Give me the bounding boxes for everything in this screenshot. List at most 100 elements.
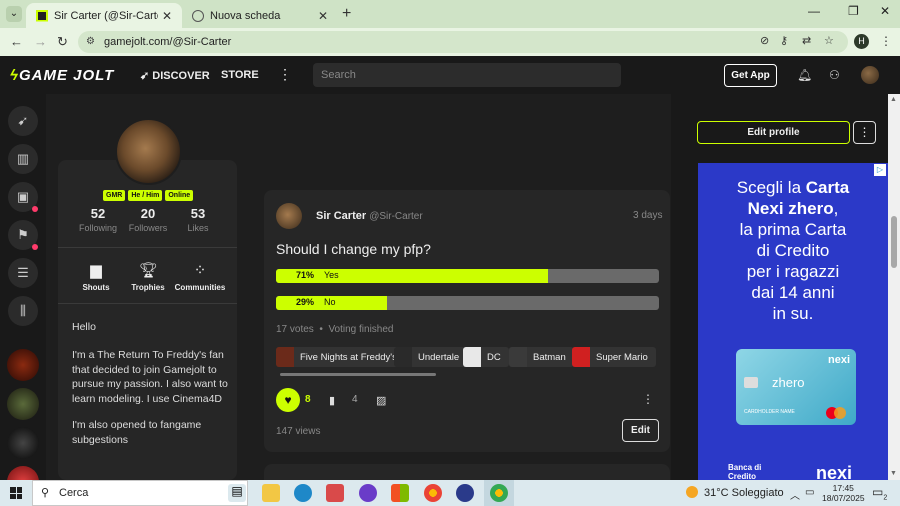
reload-icon[interactable]: ↻ [57, 34, 68, 50]
game-thumbnail [572, 347, 590, 367]
game-thumbnail [276, 347, 294, 367]
notification-center-icon[interactable]: ▭2 [872, 485, 887, 501]
game-thumbnail [394, 347, 412, 367]
comment-icon[interactable]: ▮ [329, 394, 335, 407]
chat-rail-icon[interactable]: ☰ [8, 258, 38, 288]
scrollbar-thumb[interactable] [891, 216, 897, 268]
gmr-badge: GMR [103, 190, 126, 201]
scroll-down-icon[interactable]: ▼ [890, 470, 897, 477]
store-rail-icon[interactable]: ▥ [8, 144, 38, 174]
game-thumbnail [509, 347, 527, 367]
tab-sir-carter[interactable]: Sir Carter (@Sir-Carter) - Game ✕ [26, 3, 182, 28]
store-icon[interactable] [391, 484, 409, 502]
ad-headline: Scegli la Carta Nexi zhero, la prima Car… [736, 178, 850, 323]
heart-icon: ♥ [284, 393, 292, 407]
forward-arrow-icon[interactable]: → [34, 34, 47, 49]
tray-chevron-icon[interactable]: ︿ [790, 487, 800, 502]
network-icon[interactable]: ▭ [805, 487, 814, 498]
tag-fnaf[interactable]: Five Nights at Freddy's [276, 347, 405, 367]
edit-post-button[interactable]: Edit [622, 419, 659, 442]
gamejolt-logo[interactable]: ϟGAME JOLT [10, 67, 114, 84]
browser-profile-avatar[interactable]: H [854, 34, 869, 49]
friends-icon[interactable]: ⚇ [829, 68, 840, 82]
like-button[interactable]: ♥ [276, 388, 300, 412]
tags-scrollbar[interactable] [280, 373, 436, 376]
minimize-button[interactable]: — [808, 4, 820, 18]
sticker-icon[interactable]: ▨ [376, 394, 386, 407]
chrome-icon[interactable] [424, 484, 442, 502]
nav-discover[interactable]: ➹ DISCOVER [140, 69, 210, 82]
community-avatar[interactable] [7, 349, 39, 381]
no-tracking-icon[interactable]: ⊘ [760, 34, 769, 47]
left-rail: ➹ ▥ ▣ ⚑ ☰ ⫼ [0, 94, 46, 498]
trophy-icon: 🏆︎ [139, 262, 159, 279]
get-app-button[interactable]: Get App [724, 64, 777, 87]
browser-menu-icon[interactable]: ⋮ [880, 34, 892, 48]
tag-undertale[interactable]: Undertale [394, 347, 468, 367]
poll-percent: 71% [296, 270, 315, 280]
online-badge: Online [165, 190, 194, 201]
sun-icon [686, 486, 698, 498]
bookmark-star-icon[interactable]: ☆ [824, 34, 834, 47]
post-author[interactable]: Sir Carter @Sir-Carter [316, 210, 423, 222]
post-options-icon[interactable]: ⋮ [642, 392, 654, 406]
app-icon[interactable] [326, 484, 344, 502]
scroll-up-icon[interactable]: ▲ [890, 96, 897, 103]
communities-icon: ⁘ [193, 262, 207, 279]
library-rail-icon[interactable]: ⫼ [8, 296, 38, 326]
discover-rail-icon[interactable]: ➹ [8, 106, 38, 136]
tab-close-icon[interactable]: ✕ [314, 9, 332, 23]
app-icon[interactable] [456, 484, 474, 502]
communities-button[interactable]: ⁘ Communities [170, 262, 230, 292]
chrome-active-icon[interactable] [490, 484, 508, 502]
password-key-icon[interactable]: ⚷ [780, 34, 788, 47]
community-avatar[interactable] [7, 427, 39, 459]
task-view-icon[interactable]: ▤ [228, 484, 246, 502]
comment-count: 4 [352, 394, 358, 405]
vote-count: 17 votes [276, 324, 314, 335]
advertisement[interactable]: Scegli la Carta Nexi zhero, la prima Car… [698, 163, 888, 480]
tab-search-button[interactable]: ⌄ [6, 6, 22, 22]
more-menu-icon[interactable]: ⋮ [278, 66, 292, 83]
likes-stat[interactable]: 53 Likes [168, 206, 228, 233]
bio-paragraph: I'm a The Return To Freddy's fan that de… [72, 349, 228, 405]
new-tab-button[interactable]: + [342, 5, 351, 23]
shouts-button[interactable]: ▆ Shouts [66, 262, 126, 292]
tag-dc[interactable]: DC [463, 347, 509, 367]
app-icon[interactable] [359, 484, 377, 502]
site-info-icon[interactable]: ⚙ [86, 31, 95, 53]
bell-icon[interactable]: 🔔︎ [797, 68, 812, 82]
tag-batman[interactable]: Batman [509, 347, 574, 367]
ad-credit-card: nexi zhero CARDHOLDER NAME [736, 349, 856, 425]
site-search-input[interactable]: Search [313, 63, 621, 87]
poll-fill [276, 269, 548, 283]
maximize-button[interactable]: ❐ [848, 4, 859, 18]
tab-close-icon[interactable]: ✕ [158, 9, 176, 23]
profile-avatar[interactable] [115, 118, 182, 185]
edit-profile-button[interactable]: Edit profile [697, 121, 850, 144]
user-avatar[interactable] [861, 66, 879, 84]
tab-new-tab[interactable]: Nuova scheda ✕ [182, 3, 338, 28]
close-window-button[interactable]: ✕ [880, 4, 890, 18]
edge-icon[interactable] [294, 484, 312, 502]
nav-store[interactable]: STORE [221, 69, 259, 81]
windows-start-icon[interactable] [10, 487, 22, 499]
url-input[interactable]: ⚙ gamejolt.com/@Sir-Carter [78, 31, 848, 53]
translate-icon[interactable]: ⇄ [802, 34, 811, 47]
post-author-avatar[interactable] [276, 203, 302, 229]
poll-label: No [324, 297, 336, 307]
file-explorer-icon[interactable] [262, 484, 280, 502]
page-scrollbar[interactable]: ▲ ▼ [888, 94, 900, 480]
tag-super-mario[interactable]: Super Mario [572, 347, 656, 367]
trophies-button[interactable]: 🏆︎ Trophies [118, 262, 178, 292]
globe-favicon-icon [192, 9, 204, 22]
ad-info-icon[interactable]: ▷ [874, 164, 886, 176]
profile-options-icon[interactable]: ⋮ [853, 121, 876, 144]
bio-paragraph: I'm also opened to fangame subgestions [72, 419, 202, 446]
community-avatar[interactable] [7, 388, 39, 420]
clock[interactable]: 17:45 18/07/2025 [822, 483, 865, 503]
divider [58, 303, 237, 304]
back-arrow-icon[interactable]: ← [10, 34, 23, 49]
taskbar-search[interactable]: ⚲ Cerca [32, 480, 248, 506]
weather-widget[interactable]: 31°C Soleggiato [686, 486, 784, 499]
